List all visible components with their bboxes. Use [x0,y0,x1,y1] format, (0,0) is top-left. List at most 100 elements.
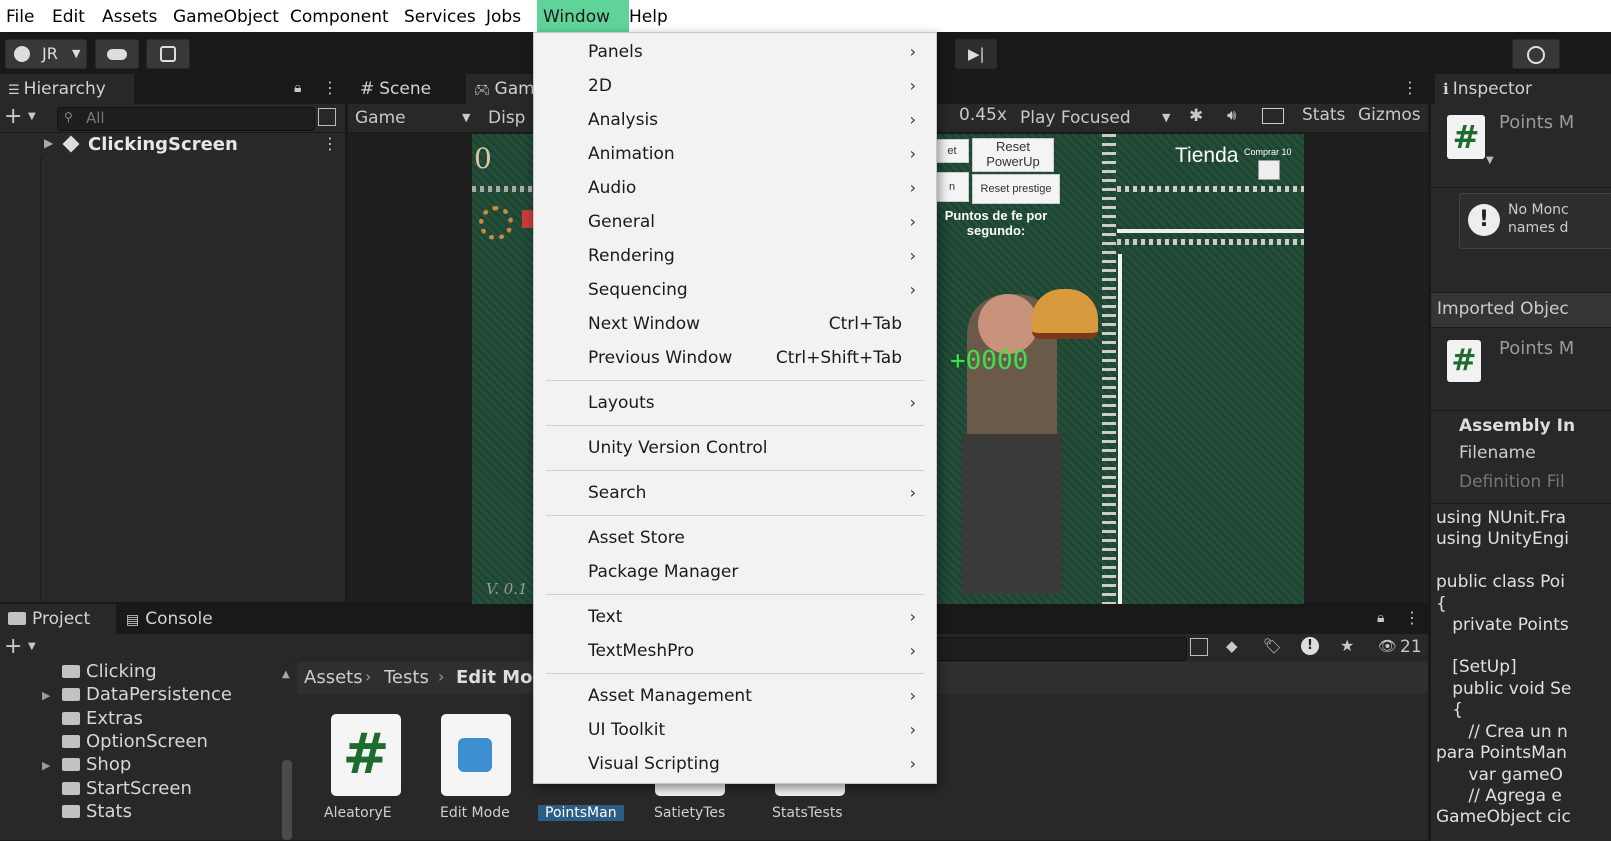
play-mode-dropdown[interactable]: Play Focused ▼ [1020,104,1180,132]
filter-type-icon[interactable]: ◆ [1226,637,1238,655]
menu-item-animation[interactable]: Animation › [534,137,936,171]
asset-label[interactable]: Edit Mode [440,805,510,821]
game-view-dropdown[interactable]: Game ▼ [350,104,480,132]
chevron-down-icon[interactable]: ▼ [1486,155,1494,166]
folder-item[interactable]: Extras [62,708,143,729]
menu-item-layouts[interactable]: Layouts › [534,386,936,420]
menu-services[interactable]: Services [398,0,482,32]
asset-label[interactable]: SatietyTes [654,805,725,821]
chevron-down-icon[interactable]: ▼ [28,111,36,122]
hierarchy-search-input[interactable]: ⚲ All [57,107,315,131]
menu-item-next-window[interactable]: Next Window Ctrl+Tab [534,307,936,341]
menu-help[interactable]: Help [623,0,674,32]
menu-item-analysis[interactable]: Analysis › [534,103,936,137]
menu-item-general[interactable]: General › [534,205,936,239]
project-search-input[interactable] [935,637,1187,661]
display-dropdown[interactable]: Disp [488,104,525,132]
lock-icon[interactable]: 🔒︎ [294,80,301,96]
scroll-up-icon[interactable]: ▲ [282,669,290,680]
menu-assets[interactable]: Assets [96,0,163,32]
menu-jobs[interactable]: Jobs [480,0,527,32]
menu-component[interactable]: Component [284,0,395,32]
gizmos-button[interactable]: Gizmos [1358,105,1421,125]
asset-label-selected[interactable]: PointsMan [538,805,624,821]
shop-scrollbar[interactable] [1118,254,1122,604]
account-dropdown[interactable]: JR ▼ [5,39,87,69]
menu-item-asset-store[interactable]: Asset Store [534,521,936,555]
menu-file[interactable]: File [0,0,40,32]
expand-arrow-icon[interactable]: ▶ [44,136,53,150]
label-icon[interactable]: 🏷︎ [1263,637,1282,655]
menu-item-audio[interactable]: Audio › [534,171,936,205]
kebab-menu-icon[interactable]: ⋮ [322,134,338,153]
folder-item[interactable]: DataPersistence [62,684,232,705]
menu-edit[interactable]: Edit [46,0,91,32]
partial-button-2[interactable]: n [935,172,969,202]
partial-button-1[interactable]: et [935,139,969,163]
hidden-eye-icon[interactable]: 👁︎ [1378,637,1397,655]
breadcrumb-tests[interactable]: Tests [384,667,429,688]
warning-icon[interactable]: ! [1301,637,1319,655]
audio-icon[interactable]: 🔊︎ [1227,106,1236,124]
folder-item[interactable]: Shop [62,754,131,775]
folder-item[interactable]: OptionScreen [62,731,208,752]
menu-item-ui-toolkit[interactable]: UI Toolkit › [534,713,936,747]
tab-console[interactable]: ▤ Console [118,604,244,634]
search-scope-icon[interactable] [1190,638,1208,656]
imported-object-header[interactable]: Imported Objec [1431,292,1611,328]
script-icon[interactable]: # [331,714,401,796]
menu-window[interactable]: Window [537,0,629,32]
hierarchy-row[interactable]: ▶ ClickingScreen ⋮ [0,133,345,157]
menu-item-2d[interactable]: 2D › [534,69,936,103]
menu-item-asset-management[interactable]: Asset Management › [534,679,936,713]
menu-item-panels[interactable]: Panels › [534,35,936,69]
menu-gameobject[interactable]: GameObject [167,0,285,32]
menu-item-text[interactable]: Text › [534,600,936,634]
tab-hierarchy[interactable]: ☰ Hierarchy [0,74,134,104]
breadcrumb-assets[interactable]: Assets [304,667,363,688]
reset-powerup-button[interactable]: Reset PowerUp [972,138,1054,172]
burger-icon[interactable] [1032,289,1098,339]
star-icon[interactable]: ★ [1340,636,1354,655]
history-button[interactable] [1512,39,1560,69]
asset-label[interactable]: StatsTests [772,805,843,821]
menu-item-previous-window[interactable]: Previous Window Ctrl+Shift+Tab [534,341,936,375]
folder-item[interactable]: Stats [62,801,132,822]
menu-item-sequencing[interactable]: Sequencing › [534,273,936,307]
bug-icon[interactable]: ✱ [1189,106,1203,126]
menu-item-textmeshpro[interactable]: TextMeshPro › [534,634,936,668]
expand-arrow-icon[interactable]: ▶ [42,689,50,702]
version-control-button[interactable] [146,39,190,69]
scrollbar[interactable] [282,760,292,840]
add-icon[interactable]: + [4,104,22,130]
menu-item-rendering[interactable]: Rendering › [534,239,936,273]
chevron-down-icon[interactable]: ▼ [28,641,36,652]
expand-arrow-icon[interactable]: ▶ [42,759,50,772]
menu-item-visual-scripting[interactable]: Visual Scripting › [534,747,936,781]
tab-project[interactable]: Project [0,604,116,634]
step-button[interactable]: ▶| [955,39,997,69]
menu-item-search[interactable]: Search › [534,476,936,510]
scale-value[interactable]: 0.45x [959,105,1007,125]
asset-label[interactable]: AleatoryE [324,805,392,821]
kebab-menu-icon[interactable]: ⋮ [322,78,338,97]
menu-item-unity-version-control[interactable]: Unity Version Control [534,431,936,465]
chevron-right-icon: › [909,393,916,412]
assembly-definition-icon[interactable] [441,714,511,796]
kebab-menu-icon[interactable]: ⋮ [1404,608,1420,627]
tab-scene[interactable]: # Scene [352,74,468,104]
folder-item[interactable]: Clicking [62,661,157,682]
tab-inspector[interactable]: ℹ Inspector [1435,74,1611,104]
reset-prestige-button[interactable]: Reset prestige [972,174,1060,204]
kebab-menu-icon[interactable]: ⋮ [1402,78,1418,97]
add-icon[interactable]: + [4,634,22,660]
stats-button[interactable]: Stats [1302,105,1345,125]
buy-10-checkbox[interactable] [1258,160,1280,180]
folder-item[interactable]: StartScreen [62,778,192,799]
keyboard-icon[interactable] [1262,108,1284,124]
cloud-button[interactable] [95,39,139,69]
breadcrumb-edit-mode[interactable]: Edit Mod [456,667,545,688]
lock-icon[interactable]: 🔒︎ [1377,610,1384,626]
scene-visibility-icon[interactable] [318,108,336,126]
menu-item-package-manager[interactable]: Package Manager [534,555,936,589]
